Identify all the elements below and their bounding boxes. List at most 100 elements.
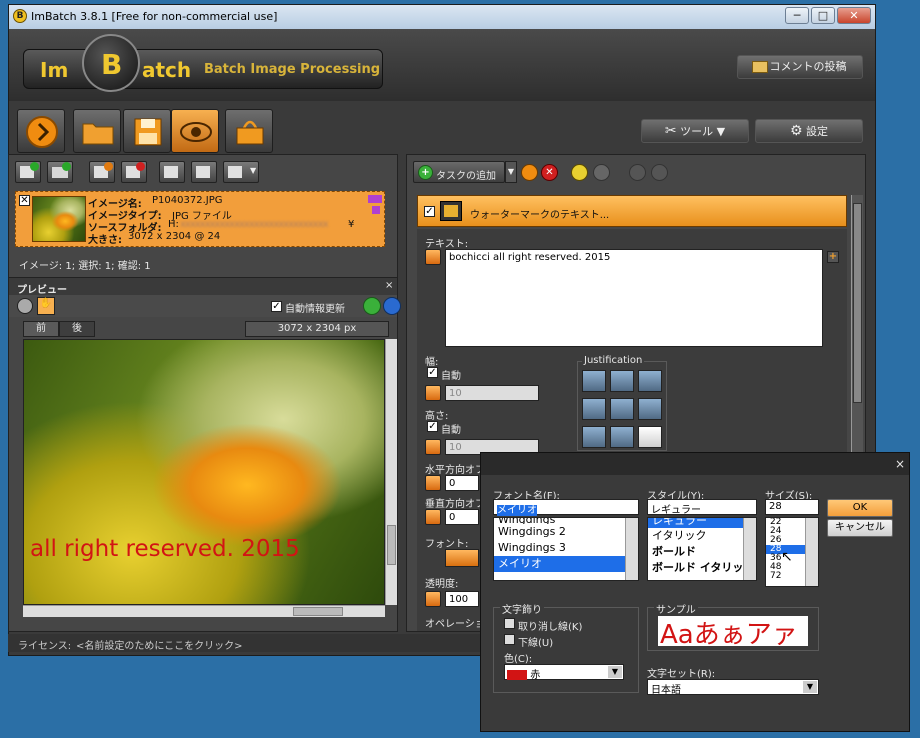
preview-close-icon[interactable]: × xyxy=(385,280,393,291)
app-icon: B xyxy=(13,9,27,23)
image-checkbox[interactable]: ✕ xyxy=(19,195,30,206)
justify-bottom-left[interactable] xyxy=(582,426,606,448)
ok-button[interactable]: OK xyxy=(827,499,893,517)
style-listbox[interactable]: レギュラー イタリック ボールド ボールド イタリック xyxy=(647,517,757,581)
font-list-scroll[interactable] xyxy=(625,518,638,580)
add-task-dropdown[interactable]: ▼ xyxy=(505,161,517,183)
charset-value: 日本語 xyxy=(651,685,681,696)
globe-icon[interactable] xyxy=(383,297,401,315)
preview-hscroll[interactable] xyxy=(23,605,385,617)
style-option[interactable]: ボールド xyxy=(648,544,756,560)
license-link[interactable]: <名前設定のためにここをクリック> xyxy=(76,637,243,652)
shop-button[interactable] xyxy=(225,109,273,153)
open-button[interactable] xyxy=(73,109,121,153)
justify-top-left[interactable] xyxy=(582,370,606,392)
add-image-button[interactable] xyxy=(15,161,41,183)
zoom-icon[interactable] xyxy=(17,298,33,314)
opacity-reset-button[interactable] xyxy=(425,591,441,607)
justify-middle-left[interactable] xyxy=(582,398,606,420)
font-name-input[interactable]: メイリオ xyxy=(493,499,639,516)
height-reset-button[interactable] xyxy=(425,439,441,455)
task-enabled-checkbox[interactable]: ✓ xyxy=(424,206,435,217)
add-task-button[interactable]: + タスクの追加 xyxy=(413,161,505,183)
style-option-selected[interactable]: レギュラー xyxy=(648,518,756,528)
preview-toggle-button[interactable] xyxy=(171,109,219,153)
wrench-icon: ✂ xyxy=(664,123,677,139)
justify-bottom-right[interactable] xyxy=(638,426,662,448)
justify-middle-center[interactable] xyxy=(610,398,634,420)
width-reset-button[interactable] xyxy=(425,385,441,401)
justify-top-right[interactable] xyxy=(638,370,662,392)
comment-button[interactable]: コメントの投稿 xyxy=(737,55,863,79)
opacity-label: 透明度: xyxy=(425,579,459,590)
style-option[interactable]: ボールド イタリック xyxy=(648,560,756,576)
tools-dropdown[interactable]: ✂ ツール ▼ xyxy=(641,119,749,143)
voffset-reset-button[interactable] xyxy=(425,509,441,525)
style-option[interactable]: イタリック xyxy=(648,528,756,544)
height-auto-checkbox[interactable]: ✓ xyxy=(427,421,438,432)
font-option[interactable]: Wingdings 2 xyxy=(494,524,638,540)
underline-checkbox[interactable] xyxy=(504,634,515,645)
font-picker-button[interactable] xyxy=(445,549,479,567)
justify-bottom-center[interactable] xyxy=(610,426,634,448)
move-task-up-icon[interactable] xyxy=(571,164,588,181)
preview-hscroll-thumb[interactable] xyxy=(293,607,343,616)
auto-update-checkbox[interactable]: ✓ xyxy=(271,301,282,312)
sample-preview: Aaあぁアァ xyxy=(658,616,808,646)
gear-icon: ⚙ xyxy=(789,123,803,139)
preview-image[interactable]: all right reserved. 2015 xyxy=(23,339,385,605)
clear-tasks-icon[interactable]: ✕ xyxy=(541,164,558,181)
add-folder-button[interactable] xyxy=(47,161,73,183)
run-button[interactable] xyxy=(17,109,65,153)
preview-vscroll[interactable] xyxy=(385,339,397,605)
image-counts: イメージ: 1; 選択: 1; 確認: 1 xyxy=(19,261,151,272)
charset-select[interactable]: 日本語 ▼ xyxy=(647,679,819,696)
maximize-button[interactable]: □ xyxy=(811,7,835,24)
font-dialog-close-icon[interactable]: × xyxy=(895,457,905,471)
watermark-text-input[interactable]: bochicci all right reserved. 2015 xyxy=(445,249,823,347)
opacity-input[interactable]: 100 xyxy=(445,591,479,607)
text-label: テキスト: xyxy=(425,239,469,250)
strikeout-checkbox[interactable] xyxy=(504,618,515,629)
insert-macro-icon[interactable]: + xyxy=(827,251,839,263)
refresh-icon[interactable] xyxy=(363,297,381,315)
style-list-scroll[interactable] xyxy=(743,518,756,580)
chevron-down-icon: ▼ xyxy=(716,125,726,138)
remove-task-icon[interactable] xyxy=(521,164,538,181)
hoffset-input[interactable]: 0 xyxy=(445,475,479,491)
move-down-button[interactable] xyxy=(191,161,217,183)
close-button[interactable]: ✕ xyxy=(837,7,871,24)
hoffset-reset-button[interactable] xyxy=(425,475,441,491)
font-option[interactable]: Wingdings 3 xyxy=(494,540,638,556)
move-up-button[interactable] xyxy=(159,161,185,183)
window-title: ImBatch 3.8.1 [Free for non-commercial u… xyxy=(31,10,278,23)
clear-images-button[interactable] xyxy=(121,161,147,183)
font-option-selected[interactable]: メイリオ xyxy=(494,556,638,572)
font-listbox[interactable]: Wingdings Wingdings 2 Wingdings 3 メイリオ xyxy=(493,517,639,581)
width-auto-checkbox[interactable]: ✓ xyxy=(427,367,438,378)
tab-after[interactable]: 後 xyxy=(59,321,95,337)
hand-icon[interactable]: ✋ xyxy=(37,297,55,315)
height-value: 10 xyxy=(449,442,462,453)
remove-image-button[interactable] xyxy=(89,161,115,183)
color-select[interactable]: 赤 ▼ xyxy=(504,664,624,681)
cancel-button[interactable]: キャンセル xyxy=(827,519,893,537)
size-input[interactable]: 28 xyxy=(765,499,819,515)
settings-button[interactable]: ⚙ 設定 xyxy=(755,119,863,143)
task-vscroll-thumb[interactable] xyxy=(853,203,862,403)
justify-top-center[interactable] xyxy=(610,370,634,392)
save-button[interactable] xyxy=(123,109,171,153)
select-dropdown-button[interactable]: ▼ xyxy=(223,161,259,183)
style-input[interactable]: レギュラー xyxy=(647,499,757,516)
text-reset-button[interactable] xyxy=(425,249,441,265)
voffset-input[interactable]: 0 xyxy=(445,509,479,525)
preview-vscroll-thumb[interactable] xyxy=(387,525,396,565)
image-list-item[interactable]: ✕ イメージ名: P1040372.JPG イメージタイプ: JPG ファイル … xyxy=(15,191,385,247)
preview-header: プレビュー × xyxy=(9,277,397,296)
width-auto-label: 自動 xyxy=(441,371,461,382)
minimize-button[interactable]: ─ xyxy=(785,7,809,24)
size-list-scroll[interactable] xyxy=(805,518,818,586)
task-header[interactable]: ✓ ウォーターマークのテキスト... xyxy=(417,195,847,227)
justify-middle-right[interactable] xyxy=(638,398,662,420)
tab-before[interactable]: 前 xyxy=(23,321,59,337)
